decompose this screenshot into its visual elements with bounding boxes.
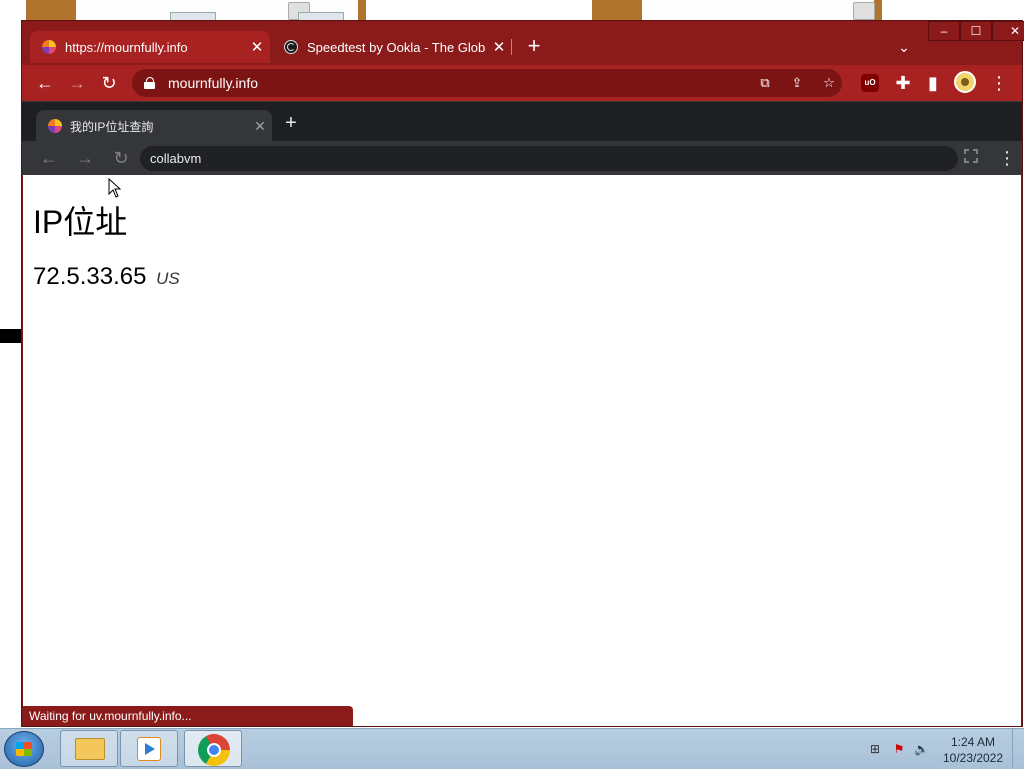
media-player-icon bbox=[137, 737, 161, 761]
volume-icon[interactable]: 🔈 bbox=[914, 742, 929, 756]
background-scroll-thumb bbox=[853, 2, 875, 20]
inner-address-bar[interactable]: collabvm bbox=[140, 146, 958, 171]
address-text: mournfully.info bbox=[168, 75, 259, 91]
side-panel-icon[interactable]: ▮ bbox=[920, 70, 946, 96]
clock-date: 10/23/2022 bbox=[942, 751, 1004, 765]
tab-divider bbox=[511, 39, 512, 55]
inner-tab-strip: 我的IP位址查詢 ✕ + bbox=[22, 101, 1022, 142]
ublock-origin-extension-icon[interactable]: uO bbox=[861, 74, 879, 92]
address-bar[interactable]: mournfully.info ⧉ ⇪ ☆ bbox=[132, 69, 842, 97]
ip-address: 72.5.33.65 bbox=[33, 263, 147, 290]
action-center-flag-icon[interactable]: ⚑ bbox=[892, 742, 906, 756]
forward-icon[interactable]: → bbox=[64, 70, 90, 96]
taskbar: ⊞ ⚑ 🔈 1:24 AM 10/23/2022 bbox=[0, 728, 1024, 769]
maximize-icon[interactable]: ☐ bbox=[960, 21, 992, 41]
folder-icon bbox=[75, 738, 105, 760]
clock-time: 1:24 AM bbox=[950, 735, 996, 749]
tab-search-chevron-icon[interactable]: ⌄ bbox=[892, 35, 916, 59]
close-tab-icon[interactable]: ✕ bbox=[248, 118, 272, 135]
back-icon[interactable]: ← bbox=[32, 70, 58, 96]
system-clock[interactable]: 1:24 AM 10/23/2022 bbox=[940, 734, 1006, 766]
new-tab-icon[interactable]: + bbox=[279, 112, 303, 135]
inner-tab-ip-lookup[interactable]: 我的IP位址查詢 ✕ bbox=[36, 110, 272, 142]
tab-title: Speedtest by Ookla - The Global bbox=[307, 39, 486, 55]
close-tab-icon[interactable]: ✕ bbox=[244, 38, 270, 56]
inner-menu-icon[interactable]: ⋮ bbox=[998, 147, 1016, 169]
mouse-cursor-icon bbox=[108, 178, 122, 198]
tab-speedtest[interactable]: Speedtest by Ookla - The Global ✕ bbox=[272, 31, 512, 63]
lock-icon bbox=[144, 77, 156, 89]
new-tab-icon[interactable]: + bbox=[522, 34, 546, 58]
close-window-icon[interactable]: ✕ bbox=[992, 21, 1024, 41]
window-controls: – ☐ ✕ bbox=[928, 21, 1024, 41]
page-title: IP位址 bbox=[33, 204, 128, 240]
tab-title: https://mournfully.info bbox=[65, 39, 188, 55]
close-tab-icon[interactable]: ✕ bbox=[486, 38, 512, 56]
reload-icon[interactable]: ↻ bbox=[96, 70, 122, 96]
forward-icon[interactable]: → bbox=[72, 145, 98, 171]
ip-address-line: 72.5.33.65 US bbox=[33, 263, 180, 291]
background-window bbox=[592, 0, 882, 22]
browser-window: https://mournfully.info ✕ Speedtest by O… bbox=[21, 20, 1024, 727]
fullscreen-icon[interactable] bbox=[964, 149, 978, 163]
start-button-windows-icon[interactable] bbox=[4, 731, 44, 767]
extensions-puzzle-icon[interactable]: ✚ bbox=[890, 70, 916, 96]
speedtest-favicon-icon bbox=[284, 40, 298, 54]
reload-icon[interactable]: ↻ bbox=[108, 145, 134, 171]
inner-toolbar: ← → ↻ collabvm ⋮ bbox=[22, 141, 1022, 175]
show-desktop-button[interactable] bbox=[1012, 729, 1024, 769]
minimize-icon[interactable]: – bbox=[928, 21, 960, 41]
browser-menu-icon[interactable]: ⋮ bbox=[986, 70, 1012, 96]
taskbar-file-explorer[interactable] bbox=[60, 730, 118, 767]
browser-toolbar: ← → ↻ mournfully.info ⧉ ⇪ ☆ uO ✚ ▮ ⋮ bbox=[22, 65, 1022, 101]
open-in-new-window-icon[interactable]: ⧉ bbox=[754, 73, 776, 93]
share-icon[interactable]: ⇪ bbox=[786, 73, 808, 93]
site-favicon-icon bbox=[42, 40, 56, 54]
bookmark-star-icon[interactable]: ☆ bbox=[818, 73, 840, 93]
loading-status-bar: Waiting for uv.mournfully.info... bbox=[23, 706, 353, 726]
back-icon[interactable]: ← bbox=[36, 145, 62, 171]
page-content: IP位址 72.5.33.65 US Waiting for uv.mournf… bbox=[23, 175, 1021, 726]
site-favicon-icon bbox=[48, 119, 62, 133]
country-code: US bbox=[156, 269, 180, 288]
taskbar-chrome[interactable] bbox=[184, 730, 242, 767]
inner-tab-title: 我的IP位址查詢 bbox=[70, 119, 154, 134]
desktop-edge-mark bbox=[0, 329, 21, 343]
network-icon[interactable]: ⊞ bbox=[868, 742, 882, 756]
taskbar-media-player[interactable] bbox=[120, 730, 178, 767]
chrome-icon bbox=[198, 734, 230, 766]
profile-avatar[interactable] bbox=[954, 71, 976, 93]
tab-strip: https://mournfully.info ✕ Speedtest by O… bbox=[22, 21, 1024, 65]
tab-mournfully[interactable]: https://mournfully.info ✕ bbox=[30, 31, 270, 63]
